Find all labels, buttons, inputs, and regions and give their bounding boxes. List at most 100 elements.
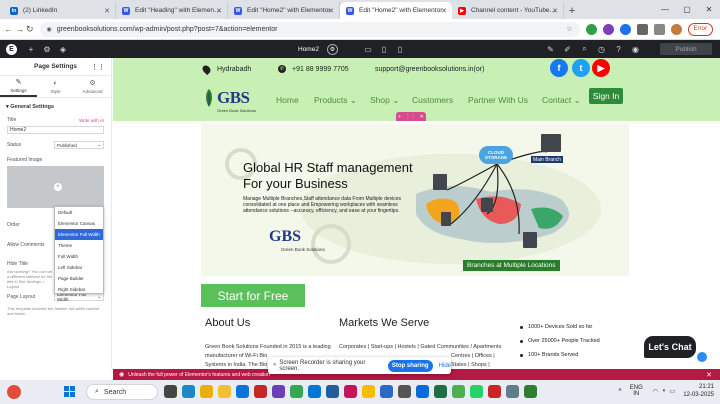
chevron-up-icon[interactable]: ˄ — [618, 388, 622, 394]
close-tab-icon[interactable]: ✕ — [216, 7, 222, 15]
wifi-icon[interactable]: ◠ — [653, 388, 658, 395]
featured-image-picker[interactable]: + — [7, 166, 104, 208]
store-icon[interactable] — [236, 385, 249, 398]
chrome-icon[interactable] — [362, 385, 375, 398]
reload-icon[interactable]: ↻ — [26, 22, 34, 36]
extension-icon[interactable] — [585, 23, 597, 35]
widgets-grid-icon[interactable]: ⋮⋮ — [91, 63, 105, 71]
browser-tab[interactable]: W Edit "Heading" with Elementor ✕ — [116, 2, 228, 19]
close-tab-icon[interactable]: ✕ — [104, 7, 110, 15]
section-handle[interactable]: + ⋮⋮ ✕ — [396, 112, 426, 121]
stop-sharing-button[interactable]: Stop sharing — [387, 359, 433, 372]
extensions-puzzle-icon[interactable] — [636, 23, 648, 35]
mobile-icon[interactable]: ▯ — [392, 45, 408, 54]
clock[interactable]: 21:21 12-03-2025 — [683, 383, 714, 399]
preview-eye-icon[interactable]: ◉ — [627, 45, 644, 54]
browser-tab[interactable]: W Edit "Home2" with Elementor ✕ — [340, 2, 452, 19]
tablet-icon[interactable]: ▯ — [376, 45, 392, 54]
tab-advanced[interactable]: ⚙ Advanced — [74, 76, 111, 97]
chrome-icon[interactable] — [290, 385, 303, 398]
close-tab-icon[interactable]: ✕ — [328, 7, 334, 15]
add-element-icon[interactable]: + — [23, 40, 39, 58]
app-icon[interactable] — [506, 385, 519, 398]
status-select[interactable]: Published ⌄ — [54, 141, 104, 149]
whatsapp-icon[interactable] — [470, 385, 483, 398]
elementor-logo-icon[interactable]: E — [6, 43, 17, 55]
speaker-icon[interactable]: ◖ — [662, 388, 666, 394]
browser-tab[interactable]: W Edit "Home2" with Elementor ✕ — [228, 2, 340, 19]
site-logo[interactable]: GBS Green Book Solutions — [203, 87, 256, 113]
page-settings-icon[interactable]: ⚙ — [326, 43, 338, 55]
twitter-icon[interactable]: t — [572, 59, 590, 77]
url-field[interactable]: ◉ greenbooksolutions.com/wp-admin/post.p… — [39, 21, 580, 37]
notes-icon[interactable]: ✐ — [559, 45, 576, 54]
nav-shop[interactable]: Shop ⌄ — [370, 95, 399, 106]
layout-option[interactable]: Elementor Canvas — [55, 218, 103, 229]
layout-option[interactable]: Theme — [55, 240, 103, 251]
write-with-ai-link[interactable]: Write with AI — [79, 118, 104, 123]
chat-bubble-icon[interactable] — [697, 352, 707, 362]
acrobat-icon[interactable] — [254, 385, 267, 398]
structure-icon[interactable]: ◈ — [55, 40, 71, 58]
history-icon[interactable]: ◷ — [593, 45, 610, 54]
tab-style[interactable]: ◐ Style — [37, 76, 74, 97]
app-icon[interactable] — [380, 385, 393, 398]
desktop-icon[interactable]: ▭ — [360, 45, 376, 54]
close-window-icon[interactable]: ✕ — [698, 0, 720, 19]
nav-contact[interactable]: Contact ⌄ — [542, 95, 581, 106]
close-promo-icon[interactable]: ✕ — [706, 371, 712, 379]
layout-option[interactable]: Elementor Full Width — [55, 229, 103, 240]
sign-in-button[interactable]: Sign In — [589, 88, 623, 104]
app-icon[interactable] — [524, 385, 537, 398]
task-view-icon[interactable] — [164, 385, 177, 398]
app-icon[interactable] — [488, 385, 501, 398]
close-tab-icon[interactable]: ✕ — [552, 7, 558, 15]
pen-icon[interactable]: ✎ — [542, 45, 559, 54]
layout-option[interactable]: Left Sidebar — [55, 262, 103, 273]
taskbar-search[interactable]: ⌕ Search — [86, 384, 158, 400]
new-tab-button[interactable]: + — [564, 2, 580, 19]
bookmark-star-icon[interactable]: ☆ — [566, 25, 572, 33]
page-name[interactable]: Home2 — [298, 46, 319, 53]
back-icon[interactable]: ← — [4, 22, 13, 36]
layout-option[interactable]: Page Builder — [55, 273, 103, 284]
site-info-icon[interactable]: ◉ — [47, 26, 52, 33]
drag-handle-icon[interactable]: ⏸ — [270, 362, 279, 369]
start-for-free-button[interactable]: Start for Free — [201, 284, 305, 307]
layout-option[interactable]: Full Width — [55, 251, 103, 262]
app-icon[interactable] — [416, 385, 429, 398]
sidebar-icon[interactable] — [653, 23, 665, 35]
folder-icon[interactable] — [218, 385, 231, 398]
help-icon[interactable]: ? — [610, 45, 627, 54]
maximize-icon[interactable]: ▢ — [676, 0, 698, 19]
close-tab-icon[interactable]: ✕ — [441, 7, 447, 15]
extension-icon[interactable] — [619, 23, 631, 35]
browser-tab[interactable]: in (2) LinkedIn ✕ — [4, 2, 116, 19]
extension-icon[interactable] — [602, 23, 614, 35]
app-icon[interactable] — [308, 385, 321, 398]
windows-start-icon[interactable] — [64, 386, 76, 398]
layout-option[interactable]: Default — [55, 207, 103, 218]
app-icon[interactable] — [398, 385, 411, 398]
close-icon[interactable]: ✕ — [420, 114, 424, 120]
lets-chat-widget[interactable]: Let's Chat — [644, 336, 696, 358]
app-icon[interactable] — [326, 385, 339, 398]
forward-icon[interactable]: → — [15, 22, 24, 36]
finder-icon[interactable]: ⌕ — [576, 44, 593, 54]
drag-icon[interactable]: ⋮⋮ — [405, 114, 415, 120]
hide-button[interactable]: Hide — [439, 363, 451, 369]
facebook-icon[interactable]: f — [550, 59, 568, 77]
battery-icon[interactable]: ▭ — [670, 388, 676, 395]
nav-products[interactable]: Products ⌄ — [314, 95, 357, 106]
nav-partner[interactable]: Partner With Us — [468, 95, 528, 105]
app-icon[interactable] — [344, 385, 357, 398]
chrome-icon[interactable] — [200, 385, 213, 398]
nav-home[interactable]: Home — [276, 95, 299, 105]
error-button[interactable]: Error — [687, 22, 713, 36]
tab-settings[interactable]: ✎ Settings — [0, 76, 37, 97]
minimize-icon[interactable]: — — [654, 0, 676, 19]
edge-icon[interactable] — [182, 385, 195, 398]
email-text[interactable]: support@greenbooksolutions.in(or) — [375, 66, 484, 73]
weather-widget-icon[interactable] — [7, 385, 21, 399]
title-input[interactable]: Home2 — [7, 126, 104, 134]
